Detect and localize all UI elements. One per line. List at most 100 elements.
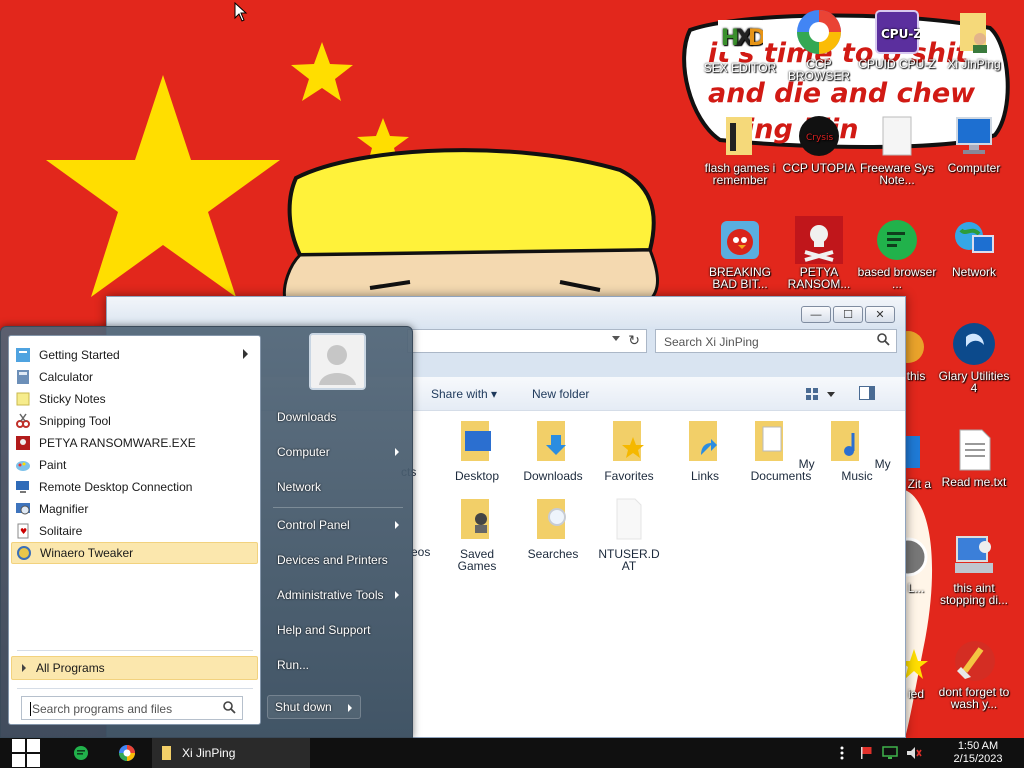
desktop-icon-ccp-browser[interactable]: CCP BROWSER — [777, 8, 861, 82]
program-solitaire[interactable]: ♥ Solitaire — [11, 520, 258, 542]
start-link-administrative-tools[interactable]: Administrative Tools — [269, 581, 407, 609]
start-link-network[interactable]: Network — [269, 473, 407, 501]
refresh-icon[interactable]: ↻ — [628, 332, 640, 349]
close-button[interactable]: ✕ — [865, 306, 895, 323]
desktop-icon-label: Freeware Sys Note... — [859, 161, 935, 187]
search-placeholder: Search Xi JinPing — [664, 335, 759, 349]
svg-text:♥: ♥ — [20, 527, 27, 536]
chevron-right-icon — [243, 349, 248, 359]
start-link-devices-printers[interactable]: Devices and Printers — [269, 546, 407, 574]
desktop-icon-computer[interactable]: Computer — [932, 112, 1016, 174]
desktop-icon-label: Glary Utilities 4 — [938, 369, 1010, 395]
folder-links[interactable]: Links — [667, 417, 743, 482]
file-ntuser-dat[interactable]: NTUSER.DAT — [591, 495, 667, 572]
search-icon[interactable] — [877, 333, 890, 349]
all-programs-button[interactable]: All Programs — [11, 656, 258, 680]
folder-icon — [162, 746, 171, 760]
hex-editor-icon: HXD — [716, 12, 764, 60]
program-getting-started[interactable]: Getting Started — [11, 344, 258, 366]
program-magnifier[interactable]: Magnifier — [11, 498, 258, 520]
taskbar-window-explorer[interactable]: Xi JinPing — [152, 738, 310, 768]
chevron-right-icon — [395, 591, 399, 599]
folder-favorites[interactable]: Favorites — [591, 417, 667, 482]
explorer-search-input[interactable]: Search Xi JinPing — [655, 329, 897, 353]
program-snipping-tool[interactable]: Snipping Tool — [11, 410, 258, 432]
desktop-icon-xi-jinping-folder[interactable]: Xi JinPing — [932, 8, 1016, 70]
searches-folder-icon — [537, 499, 566, 539]
desktop-icon-flash-games[interactable]: flash games i remember — [698, 112, 782, 186]
start-link-downloads[interactable]: Downloads — [269, 403, 407, 431]
clock[interactable]: 1:50 AM 2/15/2023 — [938, 740, 1018, 766]
avatar[interactable] — [309, 333, 366, 390]
desktop-icon-label: CCP BROWSER — [787, 57, 850, 83]
explorer-titlebar[interactable] — [107, 297, 905, 327]
shutdown-button[interactable]: Shut down — [267, 695, 361, 719]
desktop-icon-read-me[interactable]: Read me.txt — [932, 426, 1016, 488]
cpuz-icon: CPU-Z — [873, 8, 921, 56]
program-paint[interactable]: Paint — [11, 454, 258, 476]
chevron-right-icon[interactable] — [348, 704, 352, 712]
svg-text:D: D — [748, 26, 763, 51]
new-folder-button[interactable]: New folder — [532, 387, 589, 401]
folder-my-documents[interactable]: My Documents — [743, 417, 819, 482]
address-bar[interactable]: ↻ — [407, 329, 647, 353]
chevron-down-icon[interactable] — [612, 336, 620, 341]
winaero-icon — [17, 546, 31, 560]
folder-label: Favorites — [604, 469, 654, 483]
desktop-icon-label: CPUID CPU-Z — [858, 57, 936, 71]
desktop-icon-network[interactable]: Network — [932, 216, 1016, 278]
desktop-icon-petya[interactable]: PETYA RANSOM... — [777, 216, 861, 290]
volume-icon[interactable] — [904, 738, 924, 768]
flag-icon[interactable] — [856, 738, 876, 768]
chat-icon — [74, 746, 88, 760]
view-options-icon[interactable] — [805, 386, 835, 405]
start-link-control-panel[interactable]: Control Panel — [269, 511, 407, 539]
desktop-icon-breaking-bad[interactable]: BREAKING BAD BIT... — [698, 216, 782, 290]
folder-downloads[interactable]: Downloads — [515, 417, 591, 482]
chevron-down-icon: ▾ — [491, 387, 498, 401]
network-status-icon[interactable] — [880, 738, 900, 768]
desktop-icon-label: PETYA RANSOM... — [787, 265, 851, 291]
blank-file-icon — [616, 498, 642, 540]
taskbar-app-chrome[interactable] — [110, 738, 144, 768]
program-calculator[interactable]: Calculator — [11, 366, 258, 388]
taskbar-app-chat[interactable] — [64, 738, 98, 768]
links-folder-icon — [689, 421, 717, 461]
folder-searches[interactable]: Searches — [515, 495, 591, 560]
skull-icon — [795, 216, 843, 264]
program-sticky-notes[interactable]: Sticky Notes — [11, 388, 258, 410]
program-petya[interactable]: PETYA RANSOMWARE.EXE — [11, 432, 258, 454]
desktop-icon-hex-editor[interactable]: HXD SEX EDITOR — [698, 12, 782, 74]
preview-pane-icon[interactable] — [859, 386, 876, 404]
divider — [17, 688, 253, 689]
share-with-button[interactable]: Share with ▾ — [431, 387, 497, 401]
desktop-icon-glary[interactable]: Glary Utilities 4 — [932, 320, 1016, 394]
folder-my-music[interactable]: My Music — [819, 417, 895, 482]
desktop-icon-label: BREAKING BAD BIT... — [708, 265, 771, 291]
paint-icon — [16, 461, 30, 471]
start-search-input[interactable]: Search programs and files — [21, 696, 243, 720]
start-link-computer[interactable]: Computer — [269, 438, 407, 466]
start-button[interactable] — [0, 738, 52, 768]
solitaire-icon: ♥ — [17, 523, 29, 539]
clock-date: 2/15/2023 — [953, 753, 1003, 765]
folder-icon — [716, 112, 764, 160]
minimize-icon: — — [810, 308, 822, 321]
program-remote-desktop[interactable]: Remote Desktop Connection — [11, 476, 258, 498]
maximize-button[interactable]: ☐ — [833, 306, 863, 323]
start-link-help-support[interactable]: Help and Support — [269, 616, 407, 644]
folder-label: Downloads — [523, 469, 583, 483]
desktop-icon-cpuz[interactable]: CPU-Z CPUID CPU-Z — [855, 8, 939, 70]
folder-saved-games[interactable]: Saved Games — [439, 495, 515, 572]
desktop-icon-based-browser[interactable]: based browser ... — [855, 216, 939, 290]
desktop-icon-ccp-utopia[interactable]: Crysis CCP UTOPIA — [777, 112, 861, 174]
more-icon[interactable] — [834, 738, 850, 768]
minimize-button[interactable]: — — [801, 306, 831, 323]
start-link-run[interactable]: Run... — [269, 651, 407, 679]
desktop-icon-dont-forget[interactable]: dont forget to wash y... — [932, 636, 1016, 710]
desktop-icon-freeware-notes[interactable]: Freeware Sys Note... — [855, 112, 939, 186]
program-winaero-tweaker[interactable]: Winaero Tweaker — [11, 542, 258, 564]
desktop-icon-this-aint-stopping[interactable]: this aint stopping di... — [932, 532, 1016, 606]
folder-desktop[interactable]: Desktop — [439, 417, 515, 482]
glary-icon — [950, 320, 998, 368]
